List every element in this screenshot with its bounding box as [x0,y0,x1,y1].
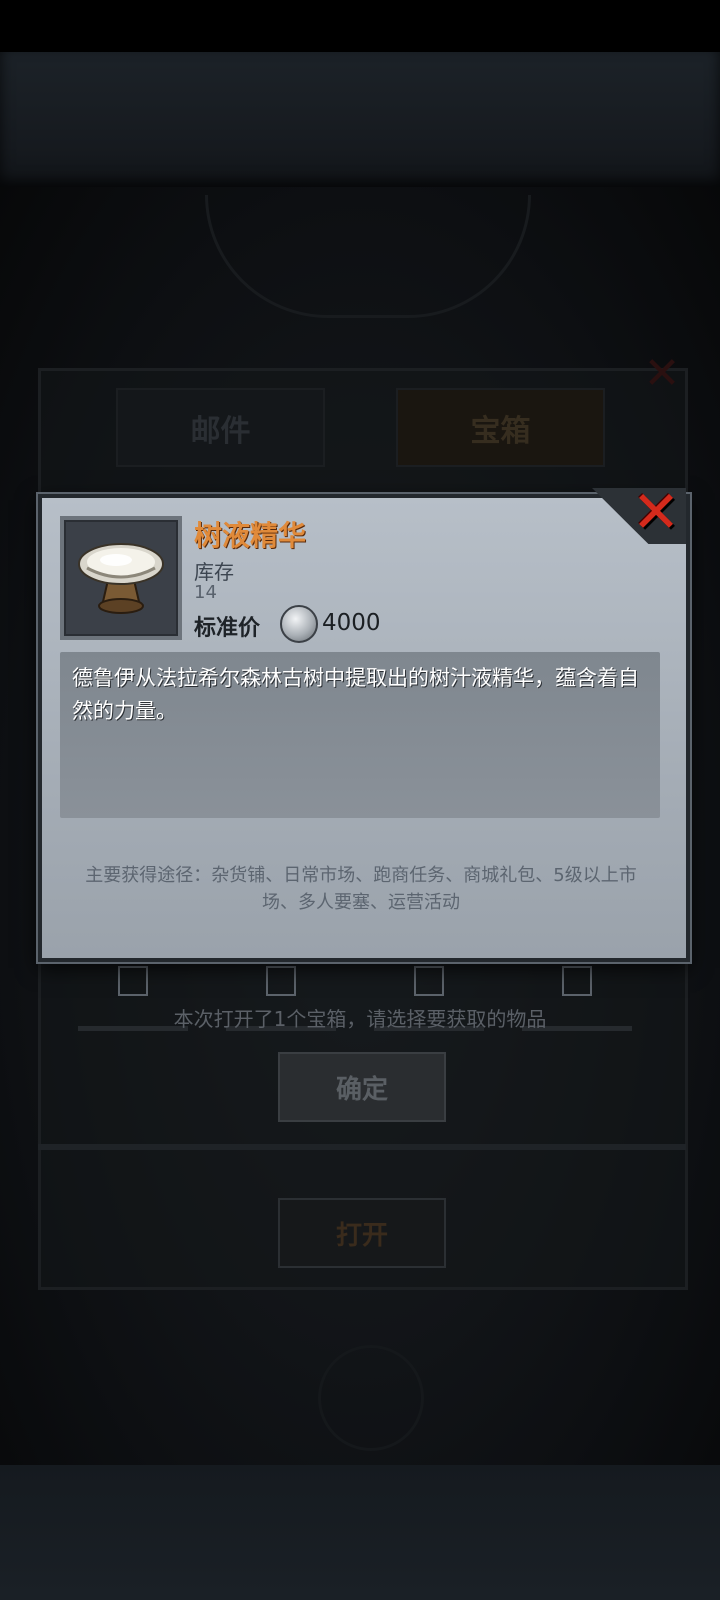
acquisition-sources: 主要获得途径：杂货铺、日常市场、跑商任务、商城礼包、5级以上市场、多人要塞、运营… [85,865,637,913]
chest-hint-text: 本次打开了1个宝箱，请选择要获取的物品 [173,1007,547,1031]
status-bar [0,0,720,52]
top-banner [0,52,720,187]
background-close-icon[interactable]: ✕ [640,352,684,396]
sap-essence-bowl-icon [78,543,164,614]
stock-label: 库存 [194,560,234,584]
price-value: 4000 [322,610,381,636]
reward-checkbox[interactable] [118,966,148,996]
price-label: 标准价 [194,616,261,641]
item-description: 德鲁伊从法拉希尔森林古树中提取出的树汁液精华，蕴含着自然的力量。 [72,666,639,723]
tab-chest[interactable]: 宝箱 [396,388,605,467]
confirm-button[interactable]: 确定 [278,1052,446,1122]
reward-checkbox[interactable] [266,966,296,996]
bottom-emblem [318,1345,424,1451]
open-button[interactable]: 打开 [278,1198,446,1268]
item-icon-frame [60,516,182,640]
bottom-banner [0,1465,720,1600]
silver-coin-icon [280,605,318,643]
item-name: 树液精华 [194,519,307,552]
close-icon[interactable]: ✕ [630,483,682,541]
stock-value: 14 [194,582,217,603]
reward-checkbox[interactable] [562,966,592,996]
divider [38,1144,686,1150]
tab-mail[interactable]: 邮件 [116,388,325,467]
reward-checkbox[interactable] [414,966,444,996]
